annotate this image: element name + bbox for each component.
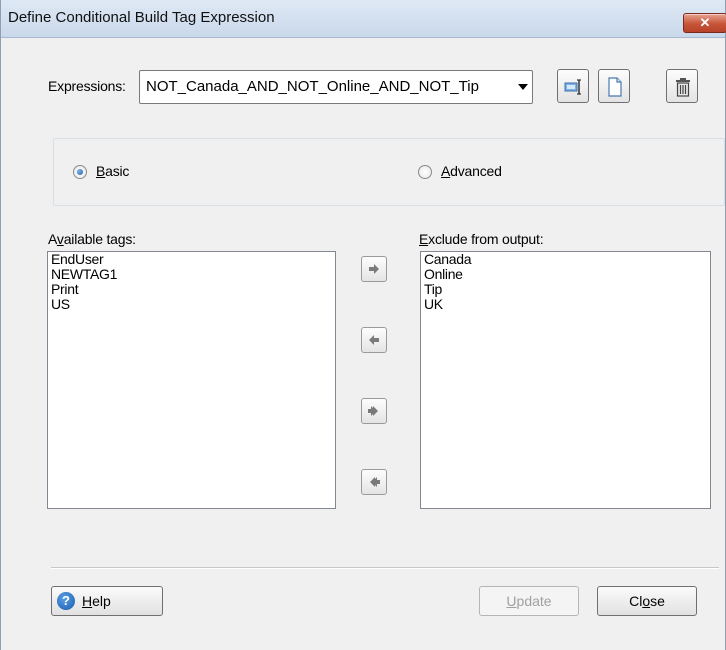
move-right-button[interactable] bbox=[361, 256, 387, 282]
mode-group bbox=[53, 138, 725, 206]
help-icon: ? bbox=[57, 592, 75, 610]
new-document-icon bbox=[608, 77, 622, 97]
close-icon: ✕ bbox=[699, 15, 711, 30]
chevron-down-icon[interactable] bbox=[518, 84, 528, 90]
title-bar[interactable]: Define Conditional Build Tag Expression … bbox=[1, 0, 726, 38]
list-item[interactable]: US bbox=[48, 297, 335, 312]
list-item[interactable]: Online bbox=[421, 267, 710, 282]
advanced-radio[interactable] bbox=[418, 165, 432, 179]
move-all-right-button[interactable] bbox=[361, 398, 387, 424]
list-item[interactable]: UK bbox=[421, 297, 710, 312]
expressions-label: Expressions: bbox=[48, 78, 126, 94]
exclude-from-output-list[interactable]: Canada Online Tip UK bbox=[420, 251, 711, 509]
footer-separator bbox=[51, 567, 719, 569]
rename-expression-button[interactable] bbox=[557, 69, 589, 103]
help-button[interactable]: ? Help bbox=[51, 586, 163, 616]
window-title: Define Conditional Build Tag Expression bbox=[8, 9, 275, 26]
list-item[interactable]: Canada bbox=[421, 252, 710, 267]
available-tags-list[interactable]: EndUser NEWTAG1 Print US bbox=[47, 251, 336, 509]
close-window-button[interactable]: ✕ bbox=[683, 13, 726, 33]
expressions-dropdown[interactable]: NOT_Canada_AND_NOT_Online_AND_NOT_Tip bbox=[139, 70, 533, 104]
advanced-label[interactable]: Advanced bbox=[441, 163, 502, 179]
available-tags-label: Available tags: bbox=[48, 231, 136, 247]
update-button[interactable]: Update bbox=[479, 586, 579, 616]
arrow-left-icon bbox=[369, 335, 379, 345]
list-item[interactable]: NEWTAG1 bbox=[48, 267, 335, 282]
close-button-label: Close bbox=[629, 593, 665, 609]
rename-icon bbox=[564, 79, 581, 95]
list-item[interactable]: Tip bbox=[421, 282, 710, 297]
expressions-selected-value: NOT_Canada_AND_NOT_Online_AND_NOT_Tip bbox=[146, 78, 479, 95]
basic-label[interactable]: Basic bbox=[96, 163, 129, 179]
close-button[interactable]: Close bbox=[597, 586, 697, 616]
list-item[interactable]: Print bbox=[48, 282, 335, 297]
help-button-label: Help bbox=[82, 593, 111, 609]
dialog-window: Define Conditional Build Tag Expression … bbox=[0, 0, 726, 650]
double-arrow-left-icon bbox=[370, 477, 380, 487]
move-left-button[interactable] bbox=[361, 327, 387, 353]
delete-expression-button[interactable] bbox=[666, 69, 698, 103]
trash-icon bbox=[676, 78, 690, 97]
double-arrow-right-icon bbox=[368, 406, 378, 416]
list-item[interactable]: EndUser bbox=[48, 252, 335, 267]
basic-radio[interactable] bbox=[73, 165, 87, 179]
update-button-label: Update bbox=[506, 593, 552, 609]
move-all-left-button[interactable] bbox=[361, 469, 387, 495]
new-expression-button[interactable] bbox=[598, 69, 630, 103]
arrow-right-icon bbox=[369, 264, 379, 274]
exclude-from-output-label: Exclude from output: bbox=[419, 231, 544, 247]
